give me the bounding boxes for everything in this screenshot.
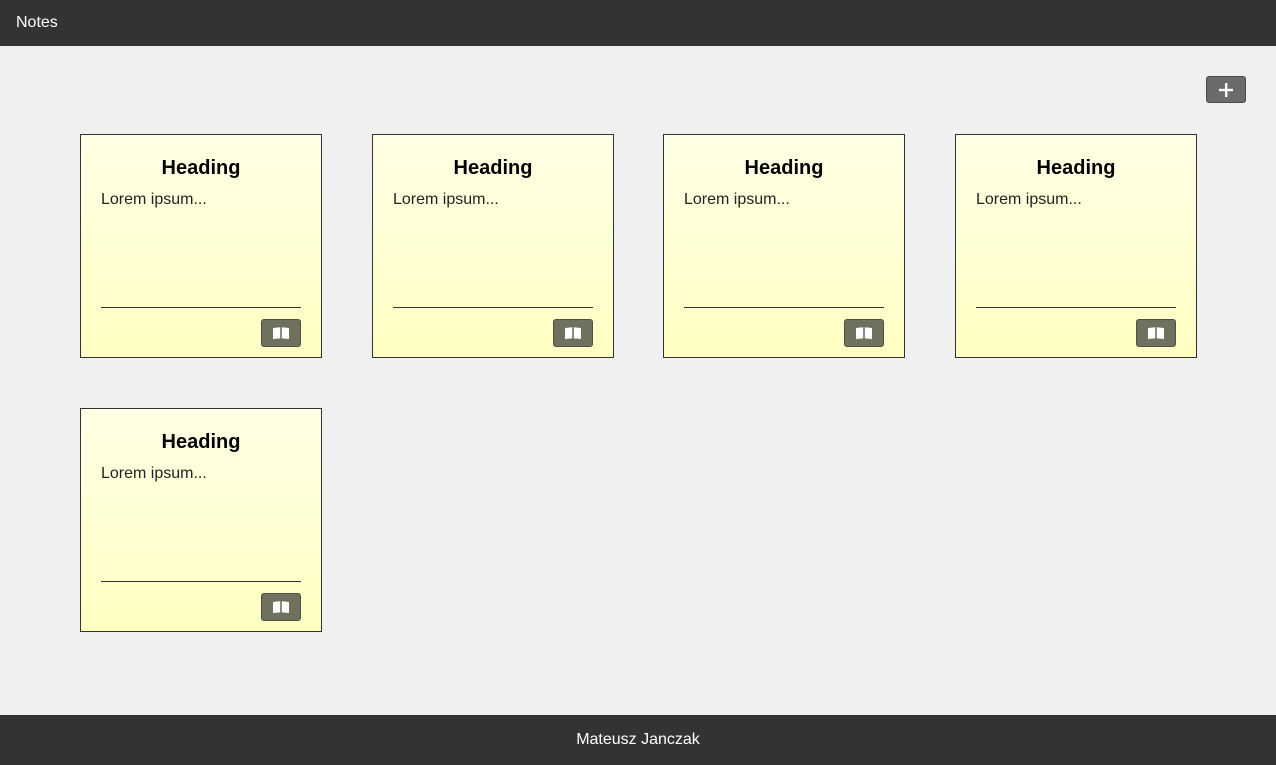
app-header: Notes xyxy=(0,0,1276,46)
note-heading: Heading xyxy=(161,157,241,179)
note-card: Heading Lorem ipsum... xyxy=(955,134,1197,358)
app-title: Notes xyxy=(16,14,58,31)
read-note-button[interactable] xyxy=(261,319,301,347)
note-divider xyxy=(684,307,884,308)
read-note-button[interactable] xyxy=(1136,319,1176,347)
note-divider xyxy=(101,581,301,582)
footer-author: Mateusz Janczak xyxy=(576,731,700,748)
note-heading: Heading xyxy=(453,157,533,179)
note-body: Lorem ipsum... xyxy=(684,191,790,208)
read-note-button[interactable] xyxy=(553,319,593,347)
book-open-icon xyxy=(856,327,872,339)
note-body: Lorem ipsum... xyxy=(976,191,1082,208)
book-open-icon xyxy=(1148,327,1164,339)
note-divider xyxy=(101,307,301,308)
note-body: Lorem ipsum... xyxy=(101,191,207,208)
book-open-icon xyxy=(273,327,289,339)
read-note-button[interactable] xyxy=(844,319,884,347)
note-card: Heading Lorem ipsum... xyxy=(80,134,322,358)
add-note-button[interactable] xyxy=(1206,76,1246,103)
note-card: Heading Lorem ipsum... xyxy=(80,408,322,632)
note-divider xyxy=(976,307,1176,308)
note-heading: Heading xyxy=(1036,157,1116,179)
read-note-button[interactable] xyxy=(261,593,301,621)
book-open-icon xyxy=(273,601,289,613)
note-body: Lorem ipsum... xyxy=(393,191,499,208)
plus-icon xyxy=(1219,82,1233,97)
note-divider xyxy=(393,307,593,308)
note-heading: Heading xyxy=(161,431,241,453)
note-body: Lorem ipsum... xyxy=(101,465,207,482)
note-card: Heading Lorem ipsum... xyxy=(663,134,905,358)
note-heading: Heading xyxy=(744,157,824,179)
note-card: Heading Lorem ipsum... xyxy=(372,134,614,358)
book-open-icon xyxy=(565,327,581,339)
app-footer: Mateusz Janczak xyxy=(0,715,1276,765)
